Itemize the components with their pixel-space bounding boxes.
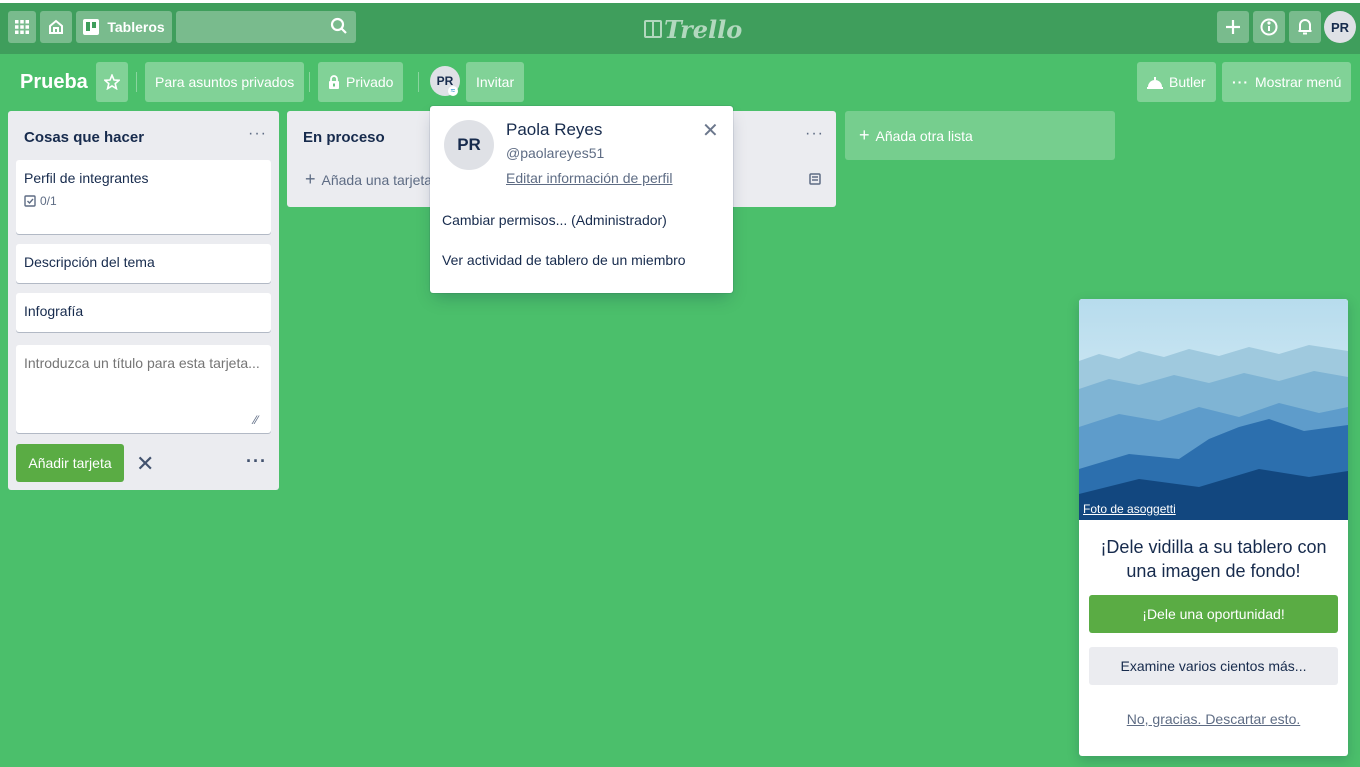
- add-card-button[interactable]: Añadir tarjeta: [16, 444, 124, 482]
- more-options-icon[interactable]: ···: [246, 451, 267, 472]
- edit-profile-link[interactable]: Editar información de perfil: [506, 170, 673, 186]
- divider: [309, 72, 310, 92]
- list-cosas-que-hacer: Cosas que hacer ··· Perfil de integrante…: [8, 111, 279, 490]
- card-title: Perfil de integrantes: [24, 170, 149, 186]
- more-icon: ···: [1232, 74, 1249, 90]
- lock-icon: [329, 75, 339, 89]
- info-button[interactable]: [1253, 11, 1285, 43]
- checklist-badge: 0/1: [24, 194, 263, 208]
- trello-logo-icon: [644, 20, 662, 38]
- list-title[interactable]: En proceso: [303, 129, 385, 146]
- bell-icon: [1298, 19, 1312, 35]
- member-avatar: PR: [444, 120, 494, 170]
- add-list-label: Añada otra lista: [875, 127, 973, 144]
- invite-button[interactable]: Invitar: [466, 62, 525, 102]
- plus-icon: [1226, 20, 1240, 34]
- resize-handle-icon[interactable]: ⁄⁄: [254, 413, 258, 427]
- privacy-label: Privado: [346, 74, 394, 90]
- boards-label: Tableros: [107, 19, 165, 35]
- add-card-label: Añada una tarjeta: [321, 171, 433, 188]
- info-icon: [1260, 18, 1278, 36]
- divider: [136, 72, 137, 92]
- user-avatar[interactable]: PR: [1324, 11, 1356, 43]
- butler-label: Butler: [1169, 74, 1206, 90]
- dismiss-link[interactable]: No, gracias. Descartar esto.: [1089, 711, 1338, 727]
- background-preview-image: [1079, 299, 1348, 520]
- team-label: Para asuntos privados: [155, 74, 295, 90]
- browse-backgrounds-button[interactable]: Examine varios cientos más...: [1089, 647, 1338, 685]
- card-title: Infografía: [24, 303, 84, 319]
- home-button[interactable]: [40, 11, 72, 43]
- card[interactable]: Perfil de integrantes 0/1: [16, 160, 271, 234]
- card-title-input[interactable]: [16, 345, 271, 433]
- add-card-link[interactable]: + Añada una tarjeta: [305, 169, 432, 190]
- search-icon: [330, 17, 347, 34]
- try-background-button[interactable]: ¡Dele una oportunidad!: [1089, 595, 1338, 633]
- promo-message: ¡Dele vidilla a su tablero con una image…: [1100, 537, 1327, 581]
- member-username: @paolareyes51: [506, 145, 605, 161]
- board-icon: [83, 19, 100, 35]
- home-icon: [49, 19, 63, 34]
- divider: [418, 72, 419, 92]
- top-header: Tableros Trello PR: [0, 0, 1360, 54]
- show-menu-button[interactable]: ··· Mostrar menú: [1222, 62, 1352, 102]
- boards-button[interactable]: Tableros: [76, 11, 172, 43]
- apps-menu-button[interactable]: [8, 11, 36, 43]
- plus-icon: +: [859, 125, 870, 145]
- template-icon[interactable]: [808, 172, 822, 186]
- privacy-button[interactable]: Privado: [318, 62, 404, 102]
- notifications-button[interactable]: [1289, 11, 1321, 43]
- logo-text: Trello: [664, 14, 743, 44]
- checklist-icon: [24, 195, 36, 207]
- card-title: Descripción del tema: [24, 254, 155, 270]
- create-button[interactable]: [1217, 11, 1249, 43]
- grid-icon: [15, 20, 29, 34]
- change-permissions-item[interactable]: Cambiar permisos... (Administrador): [442, 212, 667, 228]
- trello-logo[interactable]: Trello: [644, 14, 743, 44]
- butler-icon: [1147, 77, 1163, 89]
- member-popover: PR Paola Reyes @paolareyes51 Editar info…: [430, 106, 733, 293]
- board-title[interactable]: Prueba: [12, 62, 96, 102]
- close-icon[interactable]: ✕: [136, 451, 154, 477]
- show-menu-label: Mostrar menú: [1255, 74, 1342, 90]
- admin-badge-icon: ≈: [448, 86, 458, 96]
- list-title[interactable]: Cosas que hacer: [24, 129, 144, 146]
- list-menu-icon[interactable]: ···: [805, 125, 824, 143]
- member-activity-item[interactable]: Ver actividad de tablero de un miembro: [442, 252, 686, 268]
- checklist-count: 0/1: [40, 194, 57, 208]
- list-menu-icon[interactable]: ···: [248, 125, 267, 143]
- close-icon[interactable]: ✕: [702, 118, 719, 143]
- search-input[interactable]: [176, 11, 356, 43]
- star-board-button[interactable]: [96, 62, 128, 102]
- card[interactable]: Descripción del tema: [16, 244, 271, 283]
- add-list-button[interactable]: + Añada otra lista: [845, 111, 1115, 160]
- team-visibility-button[interactable]: Para asuntos privados: [145, 62, 305, 102]
- photo-credit-link[interactable]: Foto de asoggetti: [1083, 502, 1176, 516]
- star-icon: [104, 74, 120, 90]
- member-name: Paola Reyes: [506, 120, 603, 139]
- background-promo-panel: Foto de asoggetti ¡Dele vidilla a su tab…: [1079, 299, 1348, 756]
- card[interactable]: Infografía: [16, 293, 271, 332]
- invite-label: Invitar: [476, 74, 515, 90]
- plus-icon: +: [305, 169, 316, 189]
- butler-button[interactable]: Butler: [1137, 62, 1216, 102]
